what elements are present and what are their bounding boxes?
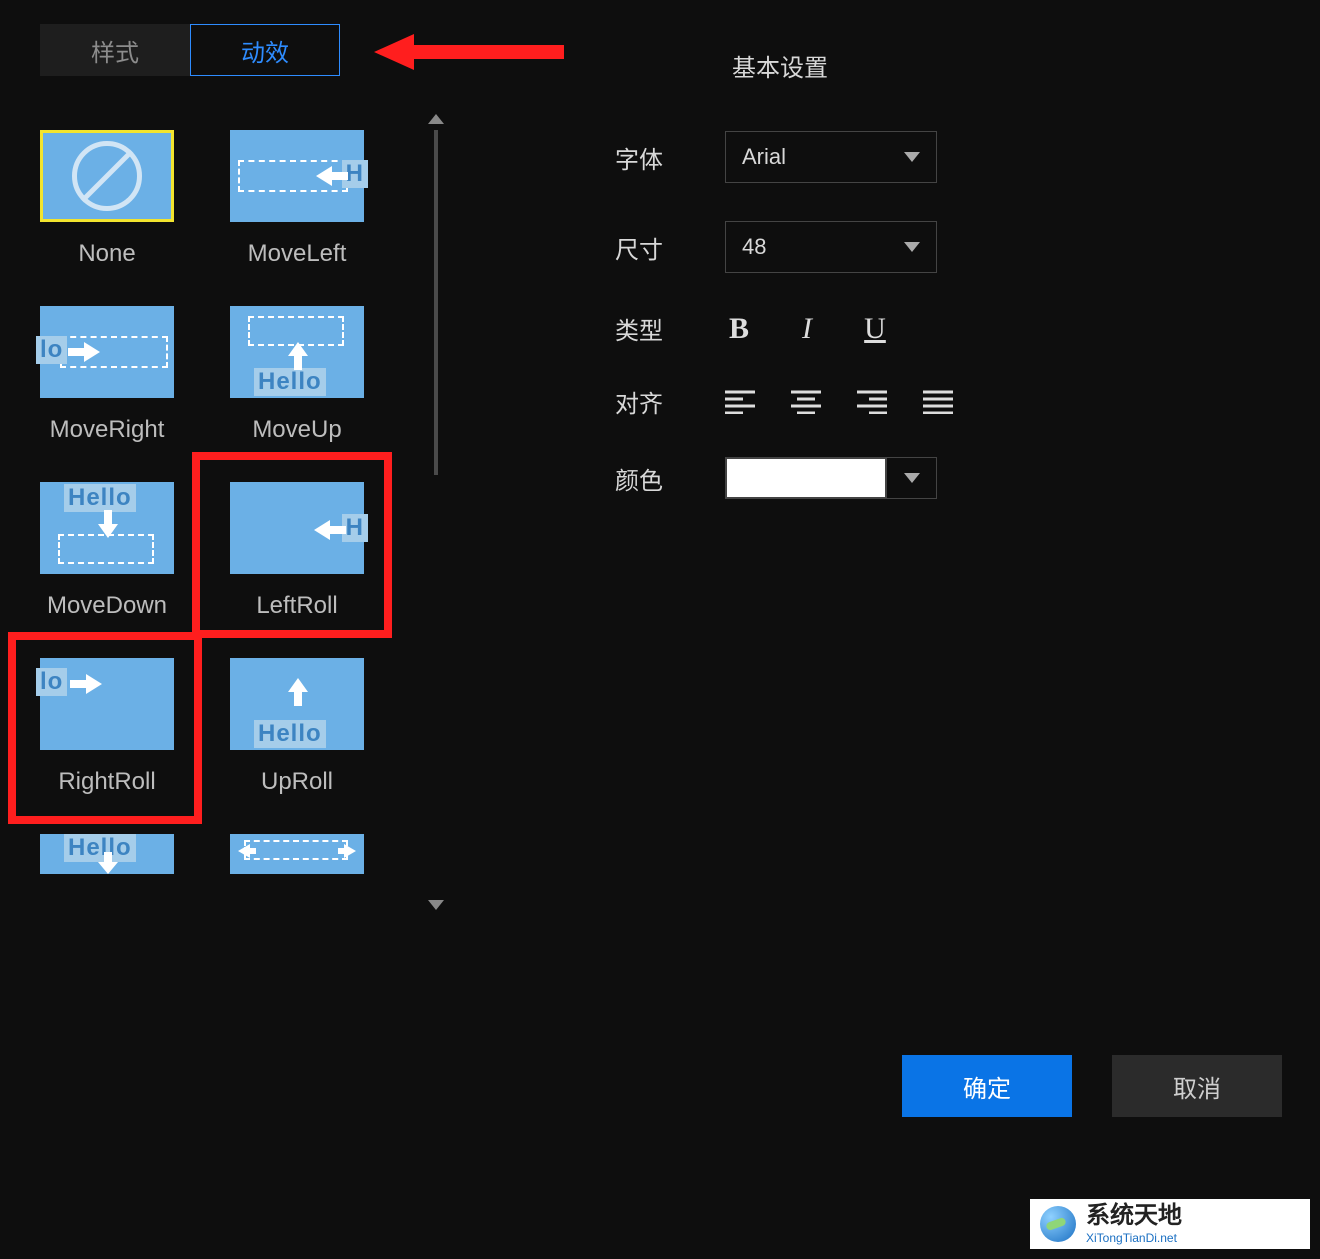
right-panel: 基本设置 字体 Arial 尺寸 48 类型 B I U 对齐 — [615, 48, 1015, 537]
field-size: 尺寸 48 — [615, 221, 1015, 273]
color-dropdown[interactable] — [886, 458, 936, 498]
effect-label: MoveLeft — [230, 240, 364, 268]
effect-moveright[interactable]: lo MoveRight — [40, 306, 180, 444]
app-root: 样式 动效 None H — [0, 0, 1320, 1259]
effect-moveleft[interactable]: H MoveLeft — [230, 130, 370, 268]
size-value: 48 — [742, 234, 766, 260]
watermark-line1: 系统天地 — [1086, 1202, 1182, 1231]
color-swatch — [726, 458, 886, 498]
font-value: Arial — [742, 144, 786, 170]
effect-uproll[interactable]: Hello UpRoll — [230, 658, 370, 796]
effect-label: MoveDown — [40, 592, 174, 620]
effect-horizroll-partial[interactable] — [230, 834, 370, 874]
left-panel: 样式 动效 None H — [0, 0, 480, 912]
type-label: 类型 — [615, 311, 725, 346]
scrollbar[interactable] — [434, 130, 438, 475]
tabs: 样式 动效 — [40, 24, 480, 76]
cancel-button[interactable]: 取消 — [1112, 1055, 1282, 1117]
effect-downroll-partial[interactable]: Hello — [40, 834, 180, 874]
none-icon — [72, 141, 142, 211]
effect-movedown[interactable]: Hello MoveDown — [40, 482, 180, 620]
effect-none[interactable]: None — [40, 130, 180, 268]
effect-rightroll[interactable]: lo RightRoll — [40, 658, 180, 796]
chevron-down-icon — [904, 242, 920, 252]
field-font: 字体 Arial — [615, 131, 1015, 183]
chevron-down-icon — [904, 473, 920, 483]
align-left-button[interactable] — [725, 390, 755, 414]
field-type: 类型 B I U — [615, 311, 1015, 346]
effect-label: UpRoll — [230, 768, 364, 796]
font-label: 字体 — [615, 140, 725, 175]
ok-button[interactable]: 确定 — [902, 1055, 1072, 1117]
bold-button[interactable]: B — [725, 312, 753, 346]
scroll-down-icon[interactable] — [428, 900, 444, 910]
globe-icon — [1040, 1206, 1076, 1242]
align-center-button[interactable] — [791, 390, 821, 414]
size-select[interactable]: 48 — [725, 221, 937, 273]
watermark: 系统天地 XiTongTianDi.net — [1030, 1199, 1310, 1249]
effect-label: MoveRight — [40, 416, 174, 444]
tab-style[interactable]: 样式 — [40, 24, 190, 76]
effect-label: LeftRoll — [230, 592, 364, 620]
effect-label: MoveUp — [230, 416, 364, 444]
effects-grid: None H MoveLeft — [40, 130, 410, 874]
underline-button[interactable]: U — [861, 312, 889, 346]
watermark-line2: XiTongTianDi.net — [1086, 1231, 1182, 1245]
effect-moveup[interactable]: Hello MoveUp — [230, 306, 370, 444]
size-label: 尺寸 — [615, 230, 725, 265]
field-color: 颜色 — [615, 457, 1015, 499]
italic-button[interactable]: I — [793, 312, 821, 346]
scroll-up-icon[interactable] — [428, 114, 444, 124]
align-justify-button[interactable] — [923, 390, 953, 414]
color-label: 颜色 — [615, 461, 725, 496]
font-select[interactable]: Arial — [725, 131, 937, 183]
effect-leftroll[interactable]: H LeftRoll — [230, 482, 370, 620]
chevron-down-icon — [904, 152, 920, 162]
footer-buttons: 确定 取消 — [902, 1055, 1282, 1117]
align-right-button[interactable] — [857, 390, 887, 414]
field-align: 对齐 — [615, 384, 1015, 419]
panel-title: 基本设置 — [615, 48, 945, 83]
color-picker[interactable] — [725, 457, 937, 499]
effect-label: RightRoll — [40, 768, 174, 796]
tab-effect[interactable]: 动效 — [190, 24, 340, 76]
align-label: 对齐 — [615, 384, 725, 419]
effect-label: None — [40, 240, 174, 268]
